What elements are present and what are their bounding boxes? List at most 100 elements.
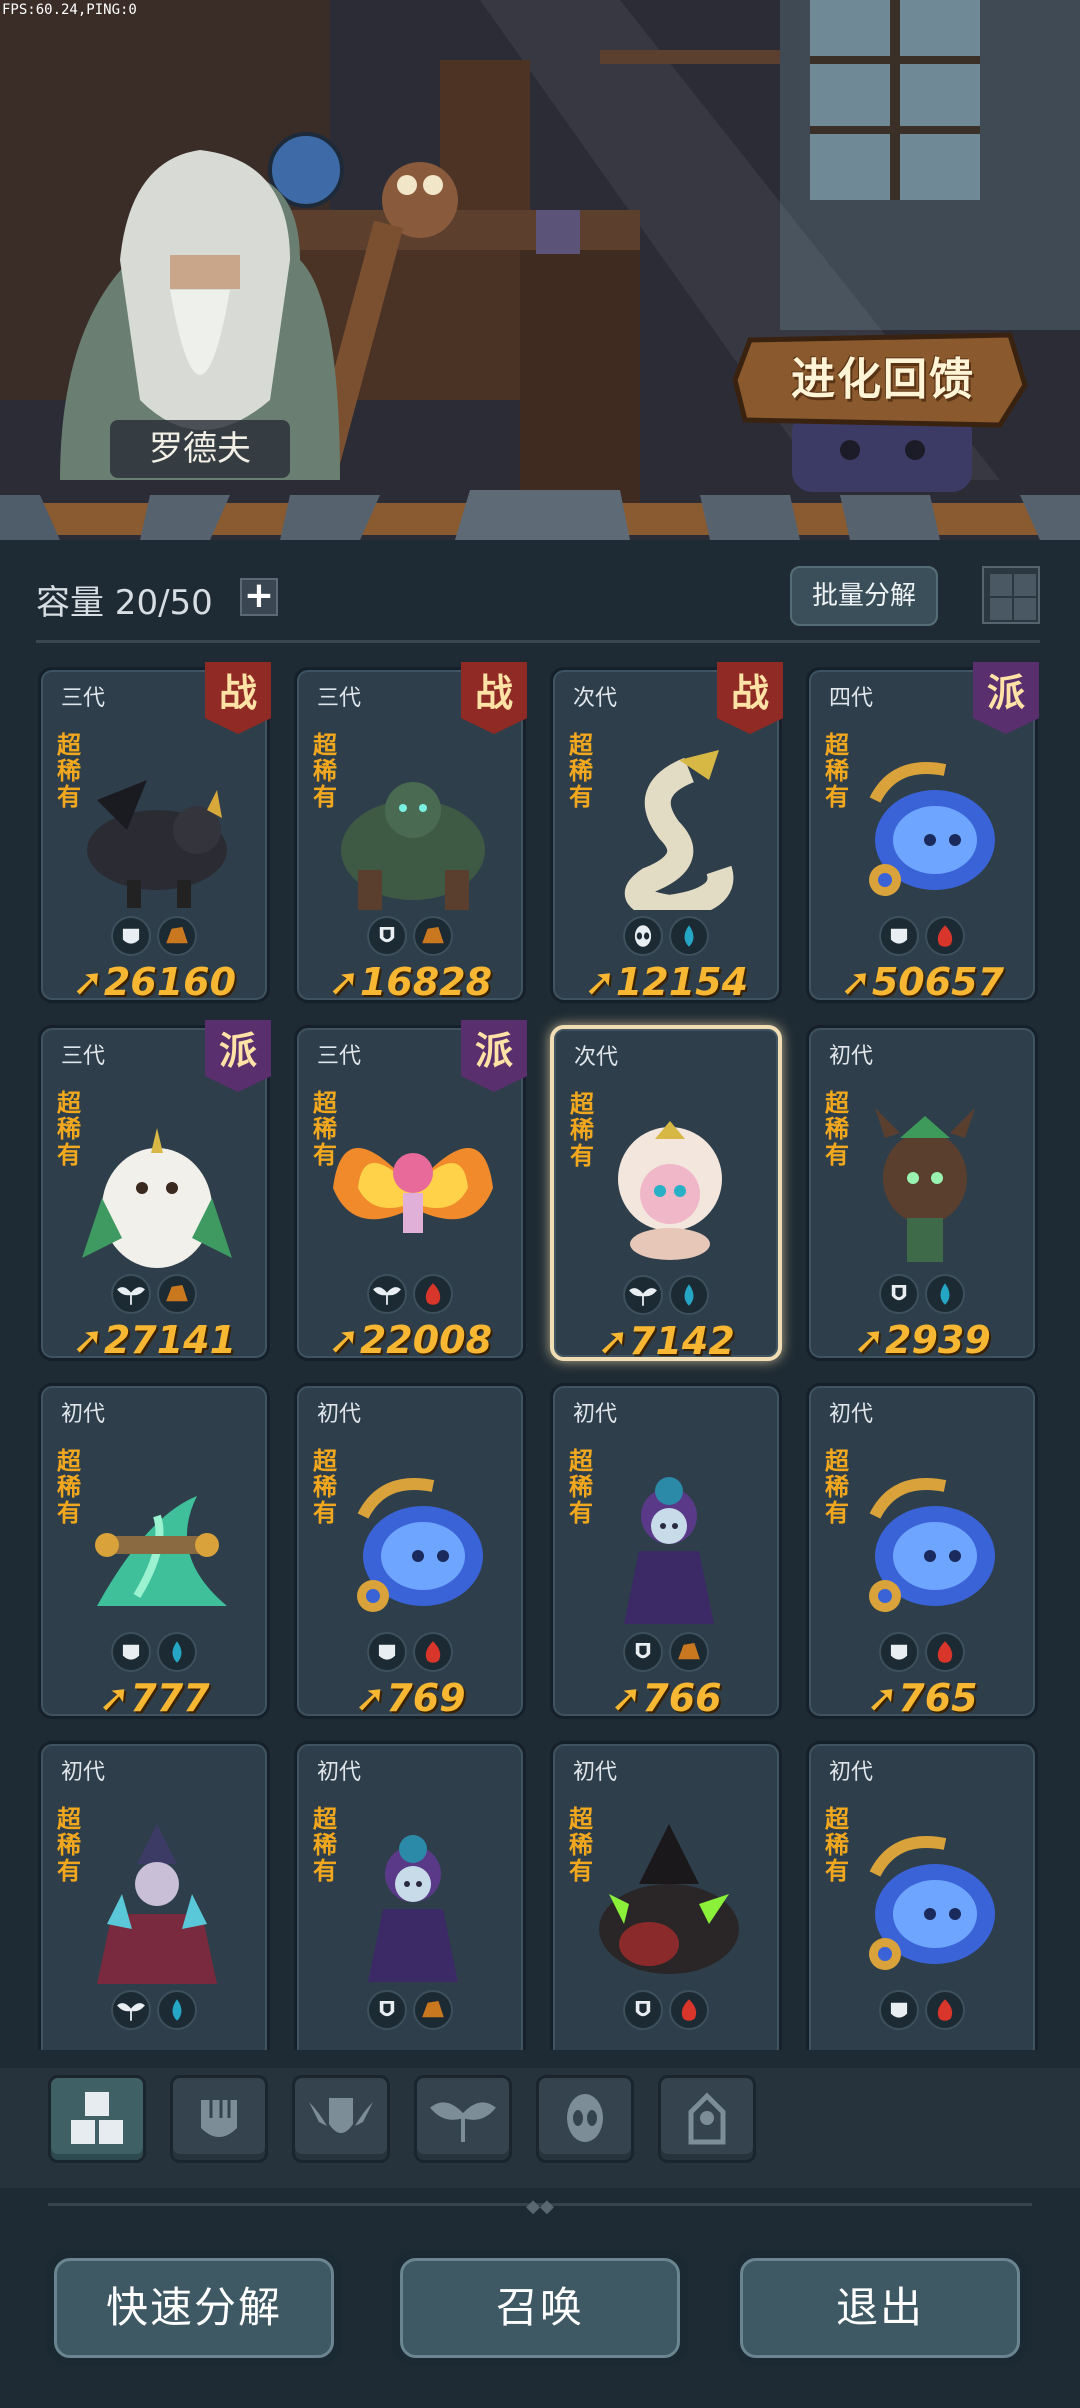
creature-card[interactable]: 初代超稀有 bbox=[550, 1741, 782, 2050]
power-number: 16828 bbox=[359, 960, 493, 1004]
fps-counter: FPS:60.24,PING:0 bbox=[2, 2, 137, 18]
generation-label: 四代 bbox=[829, 686, 874, 711]
attribute-icons bbox=[809, 916, 1035, 958]
class-badge: 战 bbox=[717, 662, 783, 734]
fist-icon bbox=[111, 1632, 151, 1672]
blue-spirit-creature-art bbox=[869, 762, 995, 896]
power-number: 2939 bbox=[885, 1318, 991, 1362]
fire-icon bbox=[413, 1632, 453, 1672]
attribute-icons bbox=[809, 1990, 1035, 2032]
creature-card[interactable]: 次代超稀有 ➚7142 bbox=[550, 1025, 782, 1363]
water-dragon-creature-art bbox=[95, 1496, 227, 1606]
attribute-icons bbox=[297, 916, 523, 958]
leaf-icon bbox=[367, 1274, 407, 1314]
water-icon bbox=[157, 1990, 197, 2030]
power-arrow-icon: ➚ bbox=[583, 960, 616, 1004]
creature-card[interactable]: 初代超稀有 ➚2939 bbox=[806, 1025, 1038, 1362]
generation-label: 初代 bbox=[61, 1402, 106, 1427]
creature-card[interactable]: 三代超稀有派 ➚27141 bbox=[38, 1020, 271, 1362]
leaf-icon bbox=[111, 1990, 151, 2030]
exit-button[interactable]: 退出 bbox=[732, 2250, 1028, 2366]
serpent-creature-art bbox=[624, 750, 734, 910]
power-value: ➚22008 bbox=[297, 1318, 523, 1362]
power-arrow-icon: ➚ bbox=[71, 960, 104, 1004]
water-icon bbox=[925, 1274, 965, 1314]
power-arrow-icon: ➚ bbox=[71, 1318, 104, 1362]
attribute-icons bbox=[41, 1632, 267, 1674]
class-badge: 战 bbox=[205, 662, 271, 734]
creature-card[interactable]: 四代超稀有派 ➚50657 bbox=[806, 662, 1039, 1004]
power-number: 27141 bbox=[103, 1318, 237, 1362]
fire-icon bbox=[925, 1990, 965, 2030]
power-arrow-icon: ➚ bbox=[327, 1318, 360, 1362]
power-number: 765 bbox=[898, 1676, 978, 1720]
fire-icon bbox=[925, 916, 965, 956]
black-wolf-creature-art bbox=[87, 780, 227, 908]
attribute-icons bbox=[41, 1990, 267, 2032]
fire-fairy-creature-art bbox=[333, 1148, 493, 1233]
attribute-icons bbox=[297, 1632, 523, 1674]
leaf-icon bbox=[111, 1274, 151, 1314]
expand-capacity-button[interactable]: + bbox=[240, 578, 278, 616]
power-number: 50657 bbox=[871, 960, 1005, 1004]
generation-label: 三代 bbox=[61, 1044, 106, 1069]
shield-icon bbox=[367, 916, 407, 956]
evolution-reward-button[interactable]: 进化回馈 bbox=[738, 330, 1028, 430]
dark-beast-creature-art bbox=[599, 1824, 739, 1974]
tab-fighter[interactable] bbox=[170, 2075, 268, 2163]
creature-card[interactable]: 初代超稀有 bbox=[806, 1741, 1038, 2050]
creature-card[interactable]: 三代超稀有战 ➚16828 bbox=[294, 662, 527, 1004]
blue-spirit-creature-art bbox=[869, 1478, 995, 1612]
shield-icon bbox=[367, 1990, 407, 2030]
fist-icon bbox=[879, 1632, 919, 1672]
creature-card[interactable]: 初代超稀有 bbox=[294, 1741, 526, 2050]
fist-icon bbox=[879, 916, 919, 956]
creature-card[interactable]: 三代超稀有战 ➚26160 bbox=[38, 662, 271, 1004]
power-arrow-icon: ➚ bbox=[597, 1319, 630, 1363]
divider bbox=[36, 640, 1040, 643]
tab-all[interactable] bbox=[48, 2075, 146, 2163]
power-arrow-icon: ➚ bbox=[866, 1676, 899, 1720]
creature-card[interactable]: 三代超稀有派 ➚22008 bbox=[294, 1020, 527, 1362]
power-value: ➚12154 bbox=[553, 960, 779, 1004]
tree-sprite-creature-art bbox=[875, 1108, 975, 1262]
power-number: 26160 bbox=[103, 960, 237, 1004]
power-arrow-icon: ➚ bbox=[98, 1676, 131, 1720]
creature-card[interactable]: 次代超稀有战 ➚12154 bbox=[550, 662, 783, 1004]
batch-decompose-button[interactable]: 批量分解 bbox=[790, 566, 938, 626]
tab-support[interactable] bbox=[414, 2075, 512, 2163]
attribute-icons bbox=[553, 1990, 779, 2032]
summon-label: 召唤 bbox=[400, 2258, 680, 2358]
power-value: ➚765 bbox=[809, 1676, 1035, 1720]
shield-icon bbox=[623, 1990, 663, 2030]
creature-card[interactable]: 初代超稀有 ➚777 bbox=[38, 1383, 270, 1720]
power-arrow-icon: ➚ bbox=[610, 1676, 643, 1720]
card-grid: 三代超稀有战 ➚26160 三代超稀有战 ➚16828 次代超稀有战 ➚12154 四代超稀… bbox=[0, 655, 1080, 2050]
grid-view-toggle[interactable] bbox=[982, 566, 1040, 624]
attribute-icons bbox=[809, 1632, 1035, 1674]
tab-defender[interactable] bbox=[292, 2075, 390, 2163]
creature-card[interactable]: 初代超稀有 ➚769 bbox=[294, 1383, 526, 1720]
power-value: ➚27141 bbox=[41, 1318, 267, 1362]
class-badge: 派 bbox=[973, 662, 1039, 734]
power-number: 777 bbox=[130, 1676, 210, 1720]
attribute-icons bbox=[553, 1632, 779, 1674]
creature-card[interactable]: 初代超稀有 bbox=[38, 1741, 270, 2050]
winged-shield-icon bbox=[309, 2098, 373, 2133]
tab-tower[interactable] bbox=[658, 2075, 756, 2163]
creature-card[interactable]: 初代超稀有 ➚765 bbox=[806, 1383, 1038, 1720]
tab-special[interactable] bbox=[536, 2075, 634, 2163]
summon-button[interactable]: 召唤 bbox=[392, 2250, 688, 2366]
power-number: 766 bbox=[642, 1676, 722, 1720]
fist-icon bbox=[111, 916, 151, 956]
power-arrow-icon: ➚ bbox=[853, 1318, 886, 1362]
generation-label: 初代 bbox=[317, 1402, 362, 1427]
divider-ornament-icon: ◆◆ bbox=[526, 2196, 554, 2217]
forest-golem-creature-art bbox=[341, 782, 485, 910]
creature-card[interactable]: 初代超稀有 ➚766 bbox=[550, 1383, 782, 1720]
water-icon bbox=[669, 916, 709, 956]
shield-icon bbox=[623, 1632, 663, 1672]
quick-decompose-button[interactable]: 快速分解 bbox=[46, 2250, 342, 2366]
rose-girl-creature-art bbox=[624, 1477, 714, 1624]
generation-label: 三代 bbox=[317, 686, 362, 711]
